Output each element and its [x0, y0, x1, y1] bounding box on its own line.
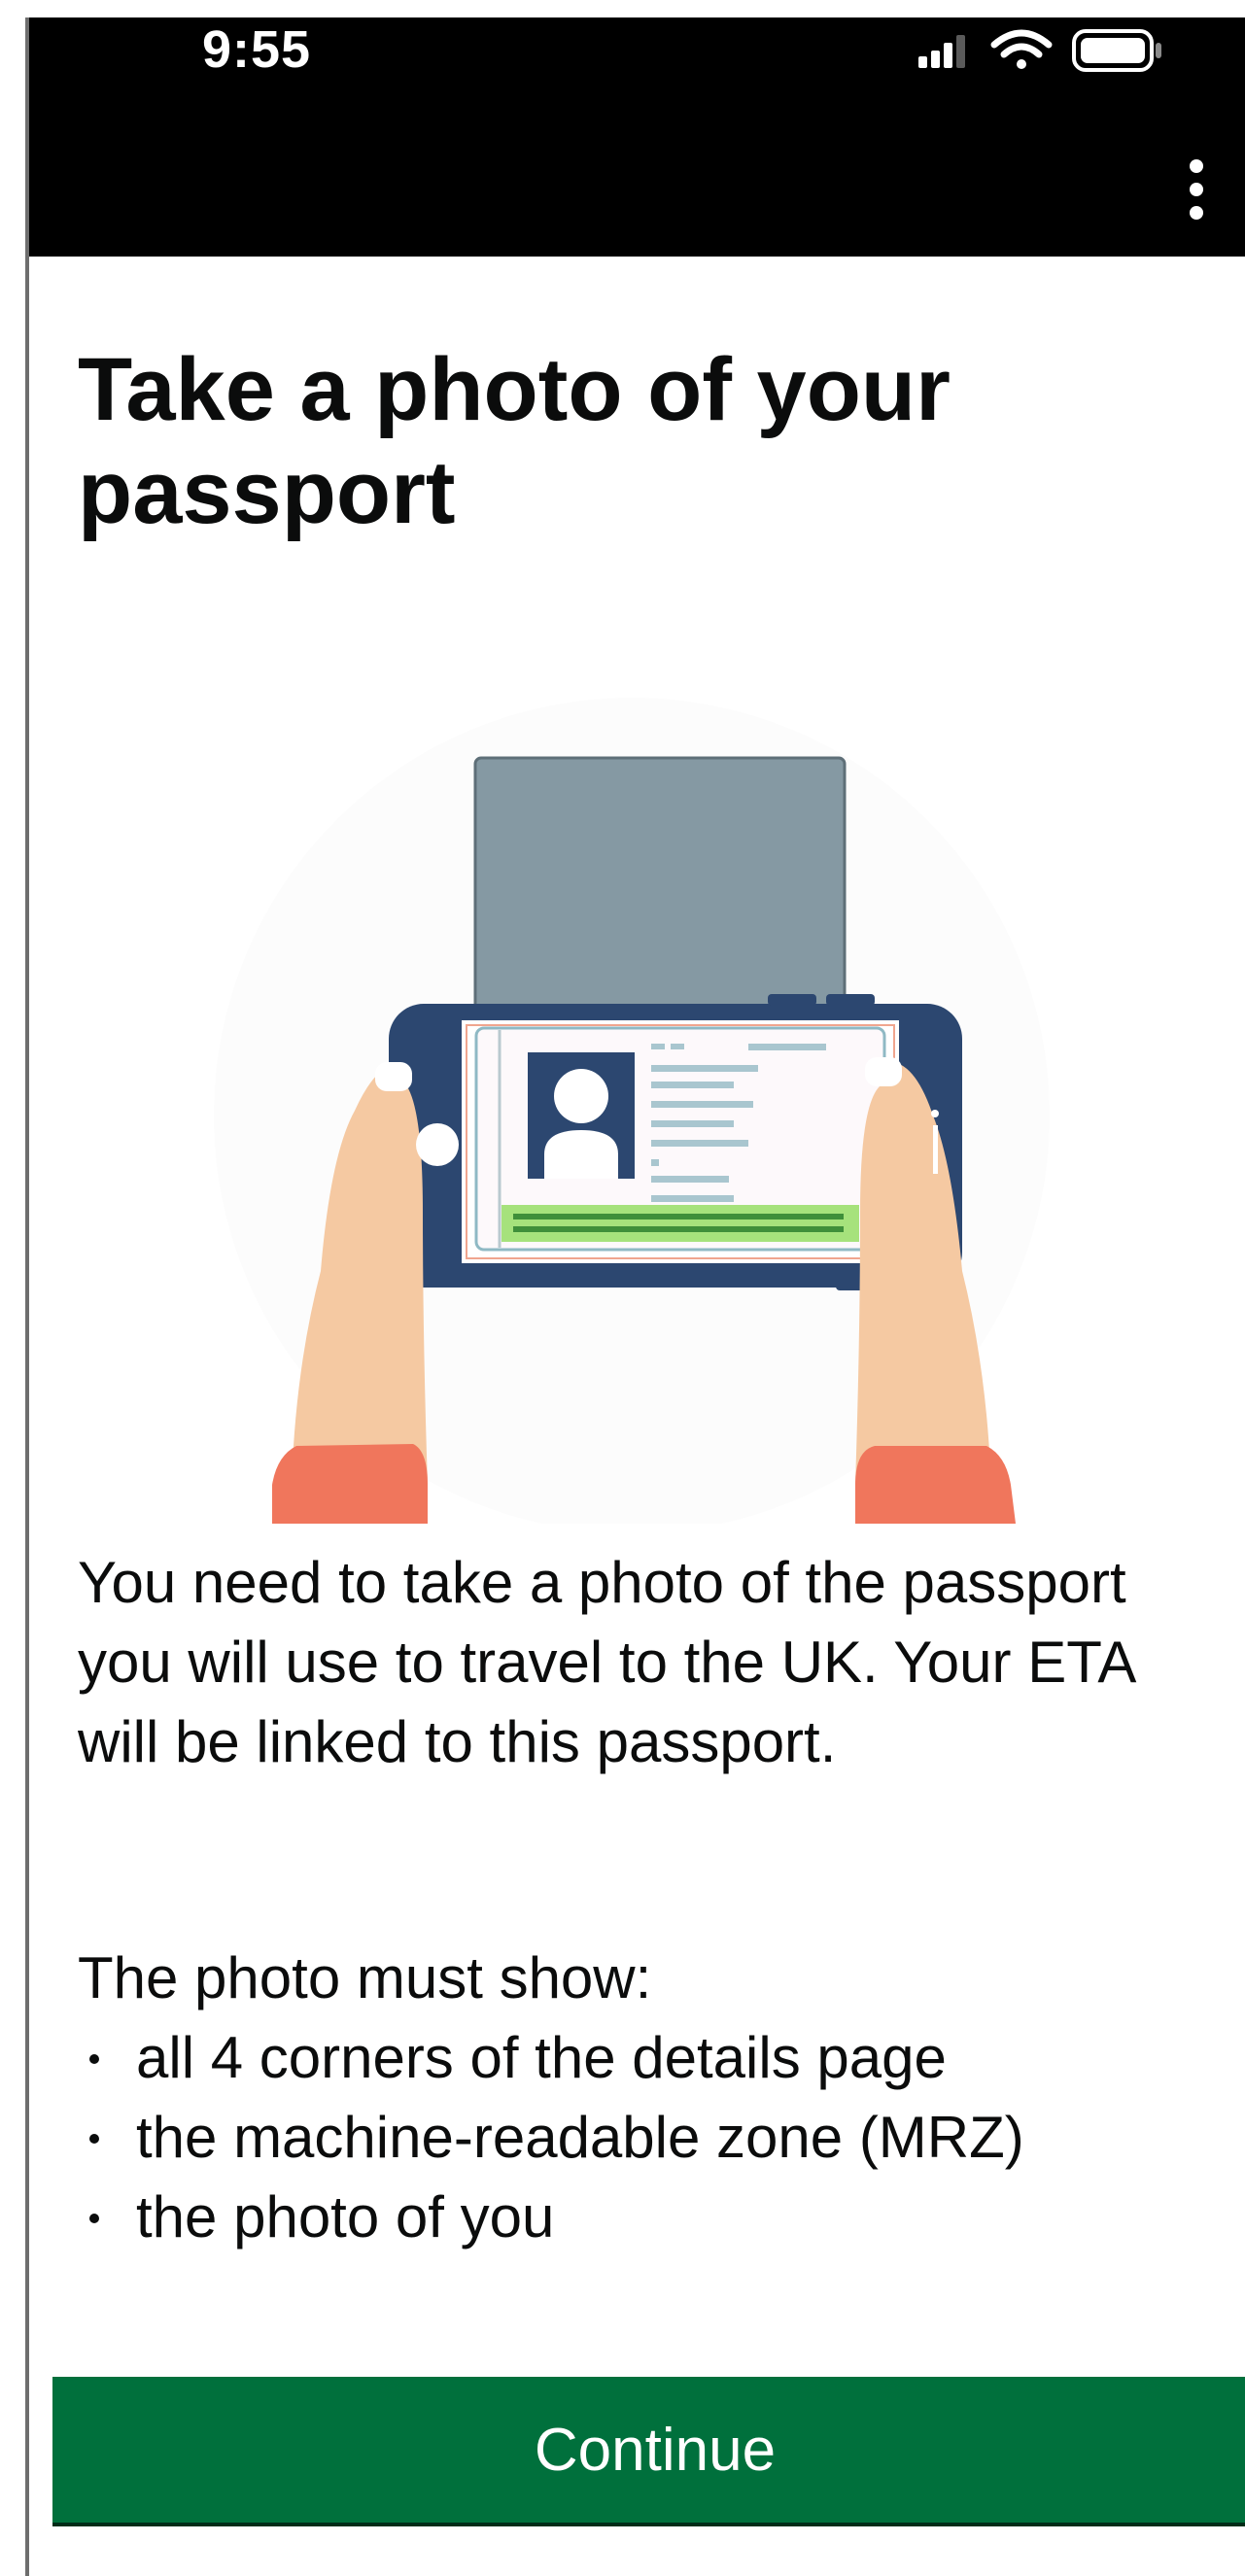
status-icons [918, 29, 1161, 72]
wifi-icon [990, 29, 1053, 69]
photo-requirements: The photo must show: all 4 corners of th… [78, 1939, 1225, 2257]
battery-icon [1072, 29, 1161, 72]
mrz-zone [501, 1205, 859, 1242]
passport-photo-illustration [214, 698, 1050, 1524]
app-screen: 9:55 Take a photo of your passport You n… [25, 17, 1245, 2576]
requirements-heading: The photo must show: [78, 1945, 652, 2010]
requirements-list: all 4 corners of the details page the ma… [78, 2018, 1225, 2257]
list-item: the photo of you [78, 2178, 1225, 2257]
list-item: the machine-readable zone (MRZ) [78, 2098, 1225, 2178]
status-time: 9:55 [202, 20, 312, 79]
intro-text: You need to take a photo of the passport… [78, 1550, 1134, 1774]
page-title: Take a photo of your passport [78, 340, 951, 542]
signal-icon [918, 35, 965, 68]
continue-button[interactable]: Continue [52, 2377, 1245, 2523]
list-item: all 4 corners of the details page [78, 2018, 1225, 2098]
more-vertical-icon[interactable] [1187, 159, 1206, 227]
top-bar: 9:55 [29, 17, 1245, 257]
